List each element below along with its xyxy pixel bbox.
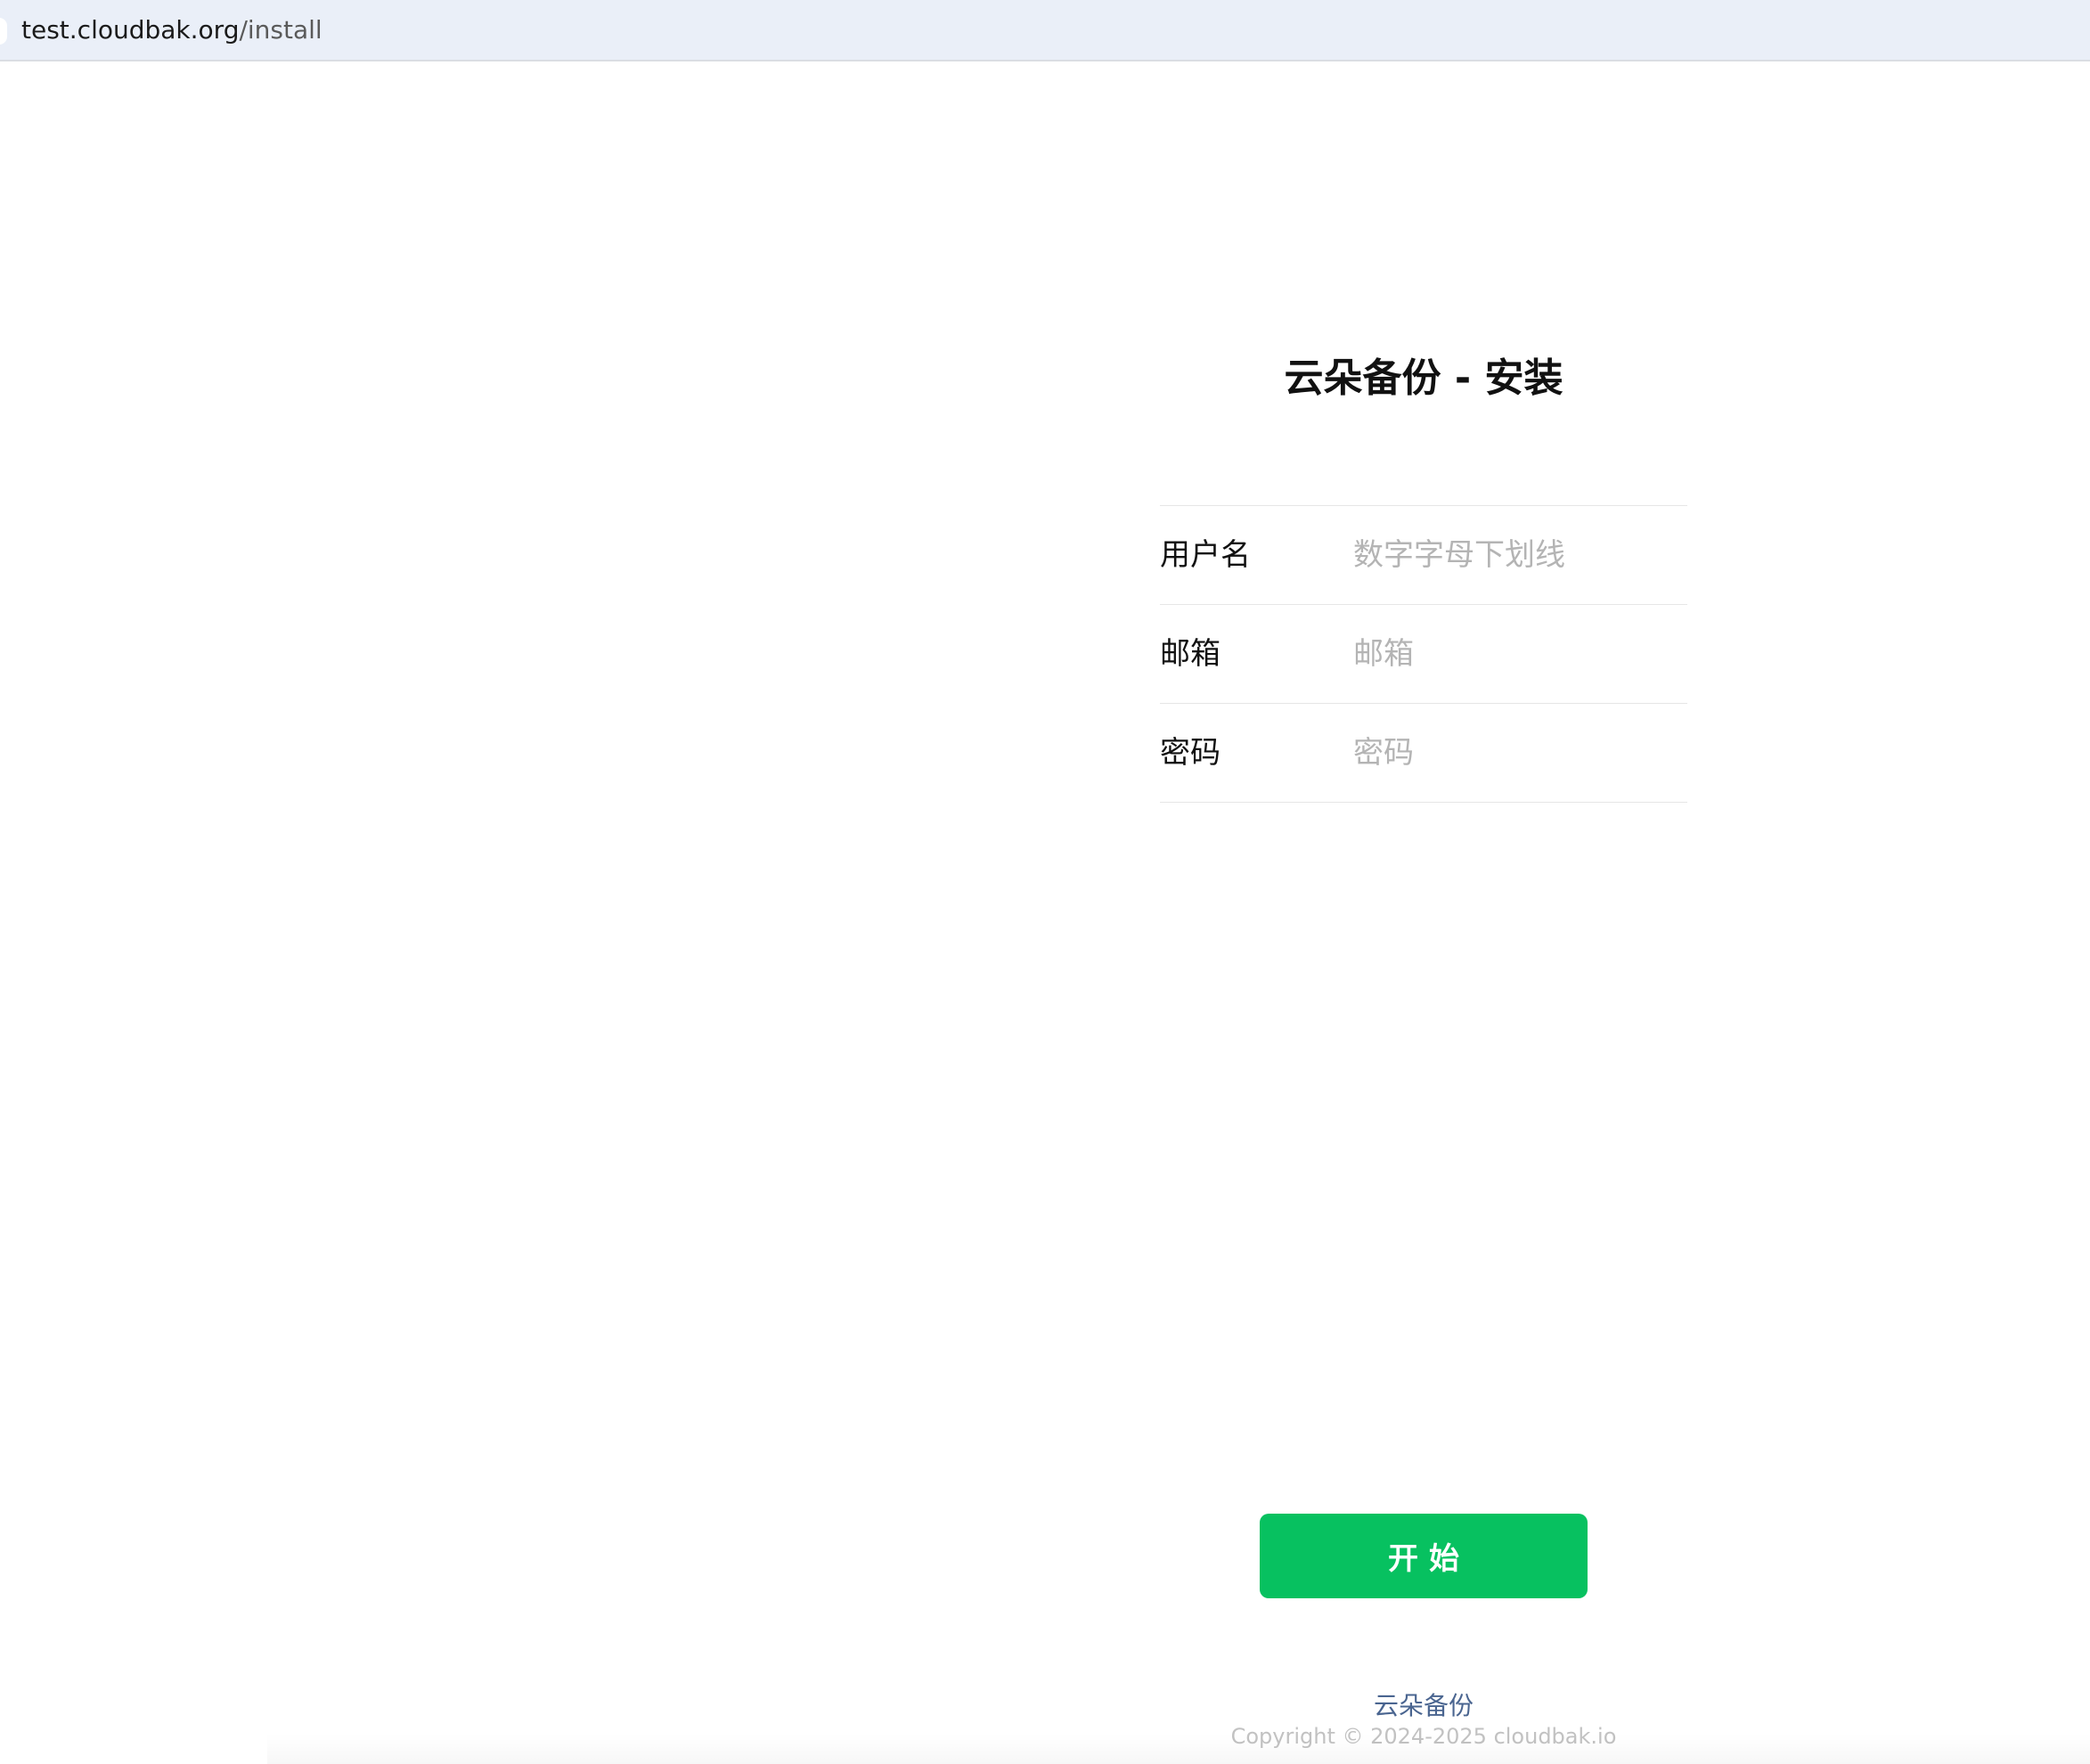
username-input[interactable]: [1353, 531, 1683, 579]
site-info-icon[interactable]: [0, 18, 7, 45]
address-url[interactable]: test.cloudbak.org/install: [21, 12, 322, 48]
username-row: 用户名: [1160, 506, 1687, 605]
page-title: 云朵备份 - 安装: [1284, 355, 1563, 401]
password-row: 密码: [1160, 704, 1687, 803]
username-label: 用户名: [1160, 537, 1251, 573]
url-host: test.cloudbak.org: [21, 15, 240, 45]
install-form: 用户名 邮箱 密码: [1160, 505, 1687, 803]
password-label: 密码: [1160, 735, 1221, 771]
bottom-shadow: [267, 1734, 2090, 1764]
url-path: /install: [239, 15, 322, 45]
browser-address-bar[interactable]: test.cloudbak.org/install: [0, 0, 2090, 61]
email-input[interactable]: [1353, 630, 1683, 678]
password-input[interactable]: [1353, 729, 1683, 777]
start-button[interactable]: 开始: [1260, 1514, 1588, 1598]
email-row: 邮箱: [1160, 605, 1687, 704]
email-label: 邮箱: [1160, 636, 1221, 672]
footer-brand-link[interactable]: 云朵备份: [1160, 1688, 1687, 1724]
